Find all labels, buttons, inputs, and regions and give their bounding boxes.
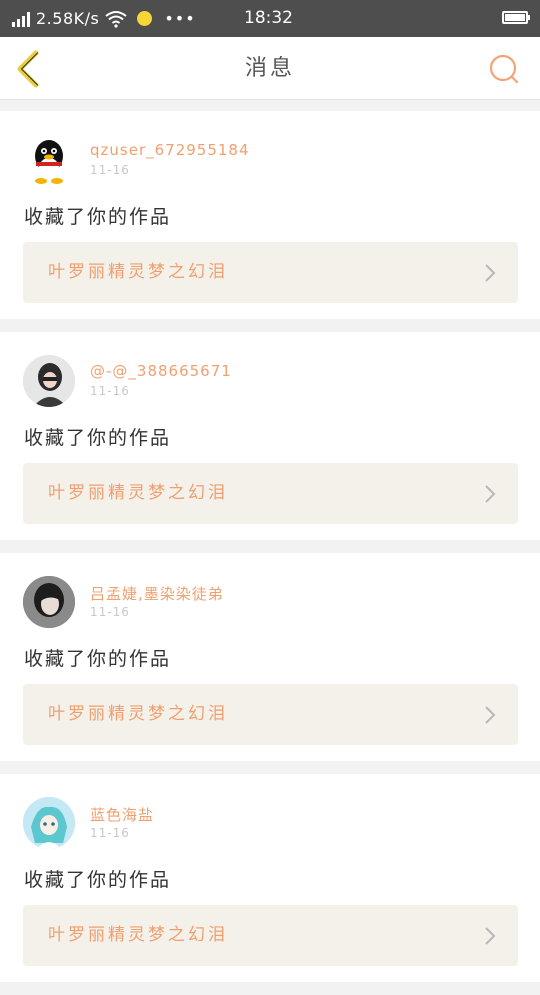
status-bar: 2.58K/s ••• 18:32 [0,0,540,37]
status-left: 2.58K/s ••• [12,9,196,28]
work-title: 叶罗丽精灵梦之幻泪 [48,925,228,945]
signal-icon [12,11,30,27]
work-title: 叶罗丽精灵梦之幻泪 [48,262,228,282]
work-link[interactable]: 叶罗丽精灵梦之幻泪 [23,905,518,966]
notification-list: qzuser_672955184 11-16 收藏了你的作品 叶罗丽精灵梦之幻泪… [0,111,540,995]
notification-item: 蓝色海盐 11-16 收藏了你的作品 叶罗丽精灵梦之幻泪 [0,774,540,982]
navigation-bar: 消息 [0,37,540,100]
chevron-right-icon [485,485,496,503]
work-title: 叶罗丽精灵梦之幻泪 [48,483,228,503]
notification-date: 11-16 [90,384,130,398]
more-dots-icon: ••• [164,9,196,28]
notification-item: qzuser_672955184 11-16 收藏了你的作品 叶罗丽精灵梦之幻泪 [0,111,540,319]
wifi-icon [105,10,127,28]
notification-date: 11-16 [90,163,130,177]
notification-date: 11-16 [90,605,130,619]
page-title: 消息 [244,56,295,81]
girl-photo-avatar[interactable] [23,355,75,407]
action-text: 收藏了你的作品 [24,648,172,670]
action-text: 收藏了你的作品 [24,869,172,891]
work-title: 叶罗丽精灵梦之幻泪 [48,704,228,724]
notification-item: @-@_388665671 11-16 收藏了你的作品 叶罗丽精灵梦之幻泪 [0,332,540,540]
username-link[interactable]: 蓝色海盐 [90,804,154,825]
qq-penguin-avatar[interactable] [23,134,75,186]
clock: 18:32 [244,8,293,28]
username-link[interactable]: @-@_388665671 [90,362,232,380]
work-link[interactable]: 叶罗丽精灵梦之幻泪 [23,463,518,524]
anime-girl-avatar[interactable] [23,797,75,849]
portrait-photo-avatar[interactable] [23,576,75,628]
notification-dot-icon [137,11,153,26]
work-link[interactable]: 叶罗丽精灵梦之幻泪 [23,242,518,303]
action-text: 收藏了你的作品 [24,206,172,228]
chevron-right-icon [485,927,496,945]
username-link[interactable]: qzuser_672955184 [90,141,250,159]
work-link[interactable]: 叶罗丽精灵梦之幻泪 [23,684,518,745]
notification-item: 吕孟婕,墨染染徒弟 11-16 收藏了你的作品 叶罗丽精灵梦之幻泪 [0,553,540,761]
search-icon[interactable] [488,53,520,85]
username-link[interactable]: 吕孟婕,墨染染徒弟 [90,583,224,604]
notification-date: 11-16 [90,826,130,840]
battery-icon [502,11,530,24]
chevron-right-icon [485,264,496,282]
chevron-right-icon [485,706,496,724]
network-speed: 2.58K/s [36,9,100,28]
action-text: 收藏了你的作品 [24,427,172,449]
